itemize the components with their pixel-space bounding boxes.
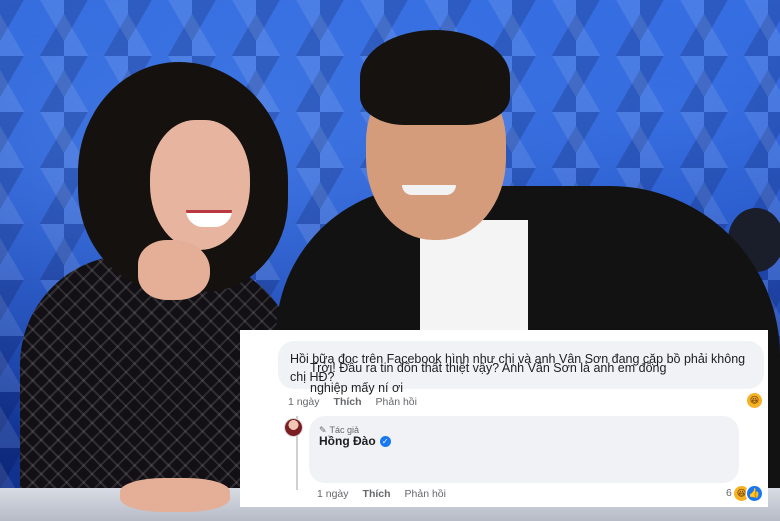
reply-time[interactable]: 1 ngày bbox=[317, 488, 349, 500]
woman-face bbox=[150, 120, 250, 250]
verified-badge-icon: ✓ bbox=[379, 435, 391, 447]
haha-emoji-icon[interactable]: 😆 bbox=[747, 393, 762, 408]
reply-reply-button[interactable]: Phản hồi bbox=[405, 488, 446, 500]
reaction-count[interactable]: 6 bbox=[726, 487, 732, 499]
reply-actions: 1 ngày Thích Phản hồi bbox=[317, 488, 446, 500]
facebook-comment-thread: Hồi bữa đọc trên Facebook hình như chị v… bbox=[240, 330, 768, 507]
reply-text: Trời! Đâu ra tin đồn thất thiệt vậy? Anh… bbox=[310, 361, 667, 395]
man-hair bbox=[360, 30, 510, 125]
reply-like-button[interactable]: Thích bbox=[363, 488, 391, 500]
woman-hand bbox=[138, 240, 210, 300]
reply-bubble: ✎ Tác giả Hồng Đào ✓ bbox=[309, 416, 739, 483]
avatar[interactable] bbox=[285, 419, 302, 436]
author-name-link[interactable]: Hồng Đào bbox=[319, 432, 376, 450]
man-smile bbox=[402, 185, 456, 195]
woman-hand-on-desk bbox=[120, 478, 230, 512]
author-name: Hồng Đào ✓ bbox=[319, 432, 391, 450]
like-icon[interactable]: 👍 bbox=[747, 486, 762, 501]
